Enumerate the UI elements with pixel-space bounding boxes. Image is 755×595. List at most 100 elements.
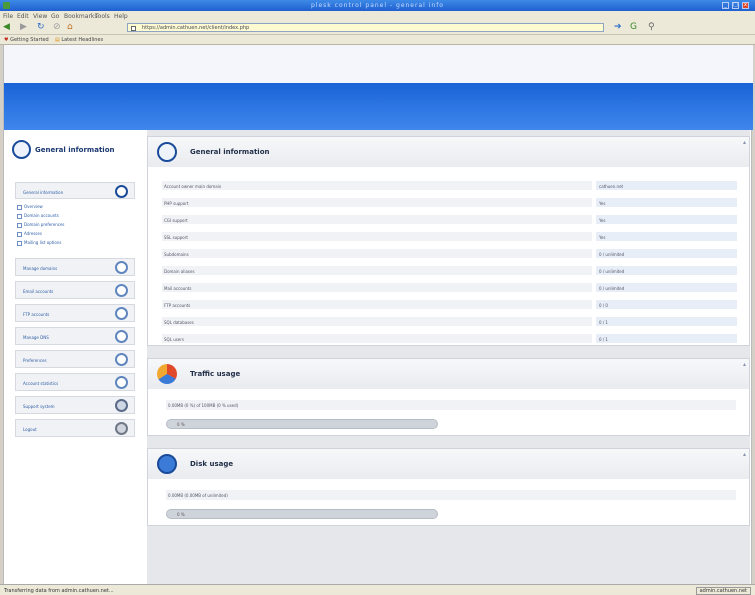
row-value: 0 / unlimited [596, 282, 737, 292]
title-bar: plesk control panel - general info _ □ x [0, 0, 755, 11]
menu-go[interactable]: Go [51, 13, 59, 20]
panel-header: General information ▴ [148, 137, 749, 167]
close-button[interactable]: x [742, 2, 749, 9]
sidebar-item-email-accounts[interactable]: Email accounts [15, 281, 135, 299]
row-value: 0 / unlimited [596, 248, 737, 258]
domains-icon [115, 261, 128, 274]
menu-edit[interactable]: Edit [17, 13, 29, 20]
stop-icon[interactable]: ⊘ [53, 23, 61, 32]
progress-label: 0 % [177, 512, 185, 517]
status-host: admin.cathuen.net [695, 587, 751, 595]
table-row: PHP support Yes [162, 197, 737, 207]
bookmark-latest-headlines[interactable]: ▤ Latest Headlines [55, 37, 103, 43]
sidebar-link-overview[interactable]: Overview [17, 204, 43, 210]
back-arrow-icon[interactable]: ◀ [3, 23, 10, 32]
page-content: General information General information … [3, 45, 753, 584]
sidebar-item-label: Email accounts [23, 289, 54, 294]
email-icon [115, 284, 128, 297]
disk-icon [157, 454, 177, 474]
sidebar-item-support-system[interactable]: Support system [15, 396, 135, 414]
row-label: CGI support [162, 214, 592, 224]
minimize-button[interactable]: _ [722, 2, 729, 9]
sidebar-link-mailing-list[interactable]: Mailing list options [17, 240, 61, 246]
statistics-icon [115, 376, 128, 389]
table-row: SQL databases 0 / 1 [162, 316, 737, 326]
bookmark-getting-started[interactable]: ♥ Getting Started [4, 37, 49, 43]
sidebar-item-account-statistics[interactable]: Account statistics [15, 373, 135, 391]
sidebar-item-logout[interactable]: Logout [15, 419, 135, 437]
main-content: General information ▴ Account owner main… [147, 130, 750, 584]
status-text: Transferring data from admin.cathuen.net… [4, 588, 114, 594]
table-row: FTP accounts 0 / 0 [162, 299, 737, 309]
section-icon [115, 185, 128, 198]
sidebar-header: General information [8, 140, 136, 160]
table-row: Account owner main domain cathuen.net [162, 180, 737, 190]
sidebar-item-label: Manage domains [23, 266, 58, 271]
go-icon[interactable]: ➔ [614, 23, 622, 32]
bookmarks-toolbar: ♥ Getting Started ▤ Latest Headlines [0, 35, 755, 45]
general-information-icon [157, 142, 177, 162]
row-value: Yes [596, 197, 737, 207]
window-title: plesk control panel - general info [311, 2, 444, 9]
row-label: SQL users [162, 333, 592, 343]
sidebar-item-label: FTP accounts [23, 312, 50, 317]
menu-bookmarks[interactable]: Bookmarks [64, 13, 98, 20]
progress-label: 0 % [177, 422, 185, 427]
sidebar-item-ftp-accounts[interactable]: FTP accounts [15, 304, 135, 322]
row-label: Mail accounts [162, 282, 592, 292]
sidebar-item-preferences[interactable]: Preferences [15, 350, 135, 368]
collapse-icon[interactable]: ▴ [743, 451, 746, 458]
menu-help[interactable]: Help [114, 13, 128, 20]
url-bar[interactable]: https://admin.cathuen.net/client/index.p… [127, 23, 604, 32]
table-row: Subdomains 0 / unlimited [162, 248, 737, 258]
logout-icon [115, 422, 128, 435]
disk-progress-bar: 0 % [166, 509, 438, 519]
sidebar-link-domain-accounts[interactable]: Domain accounts [17, 213, 59, 219]
preferences-icon [115, 353, 128, 366]
sidebar-item-label: Logout [23, 427, 37, 432]
reload-icon[interactable]: ↻ [37, 23, 45, 32]
table-row: Domain aliases 0 / unlimited [162, 265, 737, 275]
menu-view[interactable]: View [33, 13, 47, 20]
row-label: FTP accounts [162, 299, 592, 309]
row-value: 0 / 1 [596, 316, 737, 326]
sidebar-link-domain-preferences[interactable]: Domain preferences [17, 222, 65, 228]
traffic-icon [157, 364, 177, 384]
panel-title: Traffic usage [190, 370, 241, 378]
row-label: Domain aliases [162, 265, 592, 275]
forward-arrow-icon[interactable]: ▶ [20, 23, 27, 32]
table-row: SQL users 0 / 1 [162, 333, 737, 343]
sidebar-title: General information [35, 146, 115, 154]
sidebar-item-label: Account statistics [23, 381, 59, 386]
home-icon[interactable]: ⌂ [67, 23, 73, 32]
row-label: PHP support [162, 197, 592, 207]
menu-tools[interactable]: Tools [95, 13, 110, 20]
table-row: CGI support Yes [162, 214, 737, 224]
traffic-usage-text: 0.00MB (0 %) of 100MB (0 % used) [166, 400, 736, 410]
row-label: SQL databases [162, 316, 592, 326]
row-value: 0 / 0 [596, 299, 737, 309]
menu-file[interactable]: File [3, 13, 13, 20]
row-label: SSL support [162, 231, 592, 241]
general-information-panel: General information ▴ Account owner main… [147, 136, 750, 346]
collapse-icon[interactable]: ▴ [743, 361, 746, 368]
panel-header: Disk usage ▴ [148, 449, 749, 479]
sidebar-item-manage-dns[interactable]: Manage DNS [15, 327, 135, 345]
sidebar-section-label: General information [23, 190, 64, 195]
sidebar-item-manage-domains[interactable]: Manage domains [15, 258, 135, 276]
ftp-icon [115, 307, 128, 320]
search-icon[interactable]: ⚲ [648, 23, 655, 32]
search-engine-icon[interactable]: G [630, 23, 637, 32]
status-bar: Transferring data from admin.cathuen.net… [0, 584, 755, 595]
collapse-icon[interactable]: ▴ [743, 139, 746, 146]
table-row: Mail accounts 0 / unlimited [162, 282, 737, 292]
panel-title: Disk usage [190, 460, 234, 468]
navigation-toolbar: ◀ ▶ ↻ ⊘ ⌂ https://admin.cathuen.net/clie… [0, 21, 755, 35]
page-icon [131, 26, 136, 31]
url-text: https://admin.cathuen.net/client/index.p… [142, 25, 250, 31]
sidebar-link-adresses[interactable]: Adresses [17, 231, 42, 237]
sidebar: General information General information … [4, 130, 137, 584]
maximize-button[interactable]: □ [732, 2, 739, 9]
sidebar-section-general[interactable]: General information [15, 182, 135, 199]
panel-header: Traffic usage ▴ [148, 359, 749, 389]
